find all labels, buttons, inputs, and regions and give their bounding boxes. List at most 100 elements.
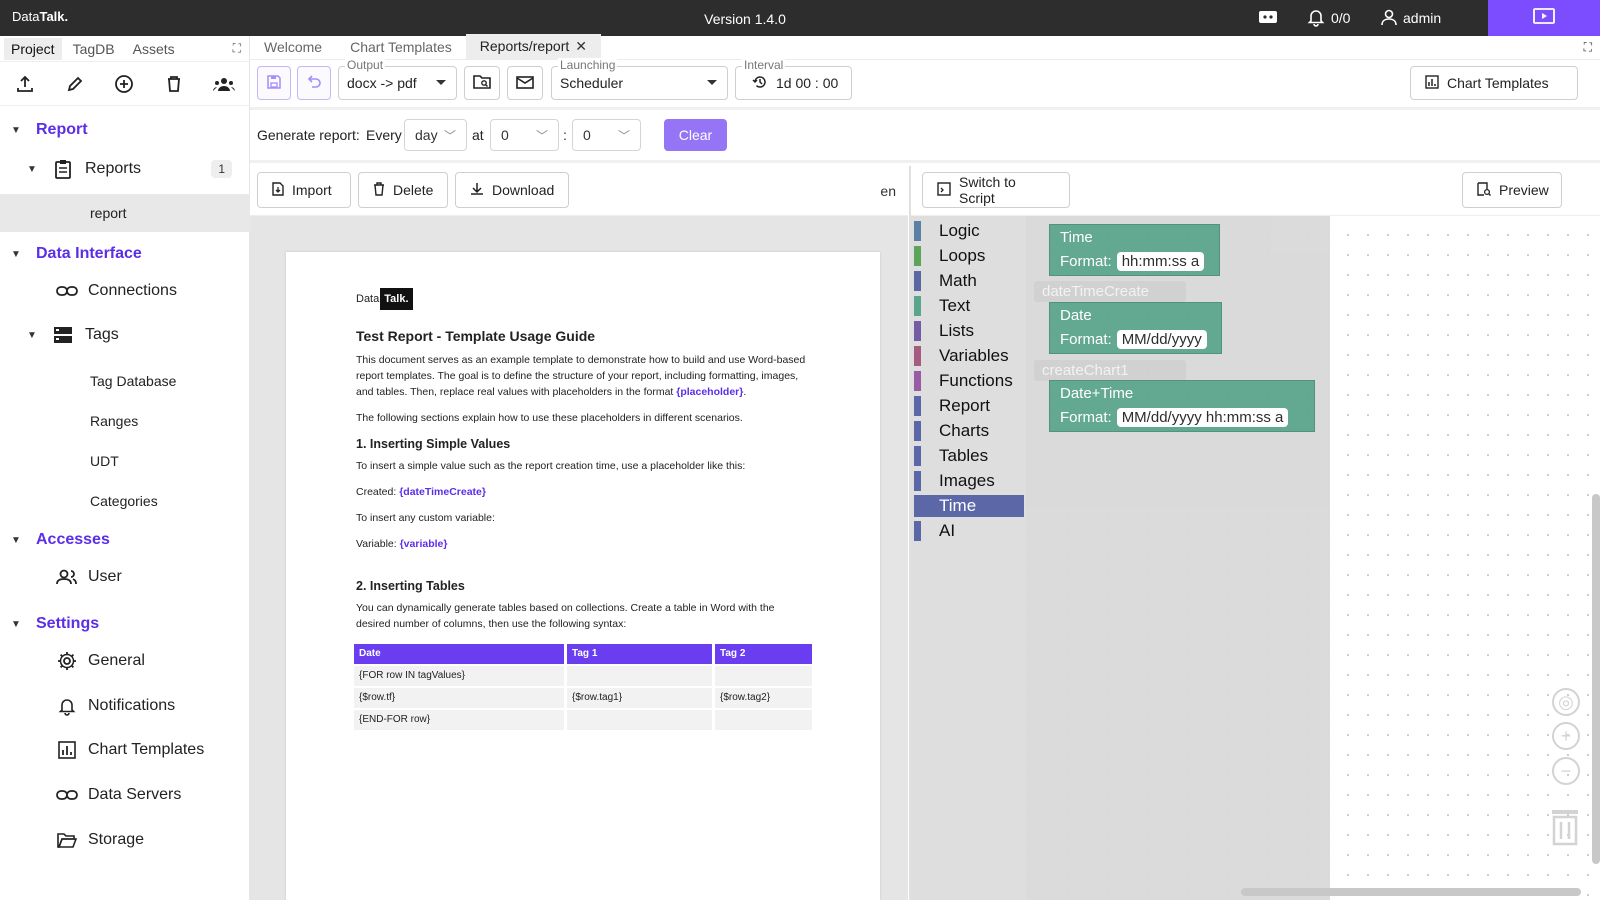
caret-down-icon: ▼ [27,329,37,341]
close-icon[interactable]: ✕ [575,38,587,54]
tree-item-user[interactable]: User [0,562,250,592]
sidebar-tab-project[interactable]: Project [4,37,62,60]
tree-item-notifications[interactable]: Notifications [0,691,250,721]
expand-icon[interactable]: ⛶ [233,41,241,56]
chevron-down-icon: ﹀ [617,129,630,143]
tree-item-report[interactable]: report [0,194,250,232]
blockly-workspace[interactable]: Logic Loops Math Text Lists Variables Fu… [911,216,1600,900]
folder-open-icon [56,829,78,851]
category-ai[interactable]: AI [914,520,1024,542]
undo-button[interactable] [297,66,331,100]
tree-section-data-interface[interactable]: ▼ Data Interface [0,240,250,268]
tree-item-udt[interactable]: UDT [0,446,250,476]
edit-icon[interactable] [63,72,87,96]
tree-item-reports[interactable]: ▼ Reports 1 [0,154,250,184]
import-button[interactable]: Import [257,172,351,208]
zoom-in-icon[interactable]: + [1552,722,1580,750]
every-label: Every [366,127,402,143]
save-button[interactable] [257,66,291,100]
category-variables[interactable]: Variables [914,345,1024,367]
caret-down-icon: ▼ [11,124,21,136]
delete-icon[interactable] [162,72,186,96]
email-settings-button[interactable] [507,66,543,100]
time-format-block[interactable]: Time Format: hh:mm:ss a [1049,224,1220,276]
recenter-icon[interactable]: ◎ [1552,688,1580,716]
datetime-format-block[interactable]: Date+Time Format: MM/dd/yyyy hh:mm:ss a [1049,380,1315,432]
switch-to-script-button[interactable]: Switch to Script [922,172,1070,208]
sidebar-tab-tagdb[interactable]: TagDB [66,38,122,60]
tab-welcome[interactable]: Welcome [250,35,336,59]
delete-button[interactable]: Delete [358,172,448,208]
tree-item-general[interactable]: General [0,646,250,676]
chevron-down-icon: ﹀ [443,129,456,143]
zoom-out-icon[interactable]: − [1552,757,1580,785]
period-select[interactable]: day ﹀ [404,119,467,151]
tree-section-report[interactable]: ▼ Report [0,116,250,144]
document-paragraph: To insert a simple value such as the rep… [356,460,746,472]
language-label[interactable]: en [880,183,896,199]
tab-reports-report[interactable]: Reports/report ✕ [465,34,601,59]
category-loops[interactable]: Loops [914,245,1024,267]
trash-can-icon[interactable] [1550,808,1580,846]
tree-item-categories[interactable]: Categories [0,486,250,516]
caret-down-icon: ▼ [11,534,21,546]
tree-section-accesses[interactable]: ▼ Accesses [0,526,250,554]
document-toolbar: Import Delete Download en [250,166,908,216]
run-preview-button[interactable] [1488,0,1600,36]
tree-item-storage[interactable]: Storage [0,825,250,855]
alerts-button[interactable]: 0/0 [1306,8,1350,28]
category-charts[interactable]: Charts [914,420,1024,442]
tree-section-settings[interactable]: ▼ Settings [0,610,250,638]
tree-item-data-servers[interactable]: Data Servers [0,780,250,810]
users-icon[interactable] [212,72,236,96]
upload-icon[interactable] [13,72,37,96]
template-table: Date Tag 1 Tag 2 {FOR row IN tagValues} [351,642,815,732]
vertical-scrollbar[interactable] [1592,494,1600,864]
minute-select[interactable]: 0 ﹀ [572,119,641,151]
download-icon [470,182,484,199]
tree-item-chart-templates[interactable]: Chart Templates [0,735,250,765]
fullscreen-icon[interactable]: ⛶ [1584,40,1592,55]
tree-item-connections[interactable]: Connections [0,276,250,306]
category-functions[interactable]: Functions [914,370,1024,392]
category-tables[interactable]: Tables [914,445,1024,467]
tree-item-tag-database[interactable]: Tag Database [0,366,250,396]
table-row: {FOR row IN tagValues} [354,666,812,686]
horizontal-scrollbar[interactable] [1241,888,1581,896]
chat-icon[interactable] [1258,8,1278,28]
user-icon [1380,8,1398,29]
category-images[interactable]: Images [914,470,1024,492]
interval-field[interactable]: Interval 1d 00 : 00 [735,58,852,100]
tab-chart-templates[interactable]: Chart Templates [336,35,466,59]
download-button[interactable]: Download [455,172,569,208]
add-circle-icon[interactable] [112,72,136,96]
table-header: Tag 1 [567,644,712,664]
hour-select[interactable]: 0 ﹀ [490,119,559,151]
output-select[interactable]: Output docx -> pdf [338,58,457,100]
user-menu[interactable]: admin [1380,8,1441,28]
select-folder-button[interactable] [464,66,500,100]
users-icon [56,566,78,588]
table-row: {END-FOR row} [354,710,812,730]
chart-templates-button[interactable]: Chart Templates [1410,66,1578,100]
script-toolbar: Switch to Script Preview [911,166,1600,216]
clear-button[interactable]: Clear [664,119,727,151]
date-format-block[interactable]: Date Format: MM/dd/yyyy [1049,302,1222,354]
file-import-icon [272,181,284,199]
launching-select[interactable]: Launching Scheduler [551,58,728,100]
preview-button[interactable]: Preview [1462,172,1562,208]
category-report[interactable]: Report [914,395,1024,417]
save-icon [266,74,282,93]
category-text[interactable]: Text [914,295,1024,317]
tree-item-tags[interactable]: ▼ Tags [0,320,250,350]
category-math[interactable]: Math [914,270,1024,292]
sidebar-tab-assets[interactable]: Assets [126,38,182,60]
blockly-flyout: dateTimeCreate createChart1 Time Format:… [1026,216,1330,900]
category-lists[interactable]: Lists [914,320,1024,342]
category-logic[interactable]: Logic [914,220,1024,242]
ghost-block: dateTimeCreate [1034,281,1186,302]
document-page: Data Talk. Test Report - Template Usage G… [286,252,880,900]
category-time[interactable]: Time [914,495,1024,517]
schedule-row: Generate report: Every day ﹀ at 0 ﹀ : 0 ﹀ C… [250,113,1600,163]
tree-item-ranges[interactable]: Ranges [0,406,250,436]
